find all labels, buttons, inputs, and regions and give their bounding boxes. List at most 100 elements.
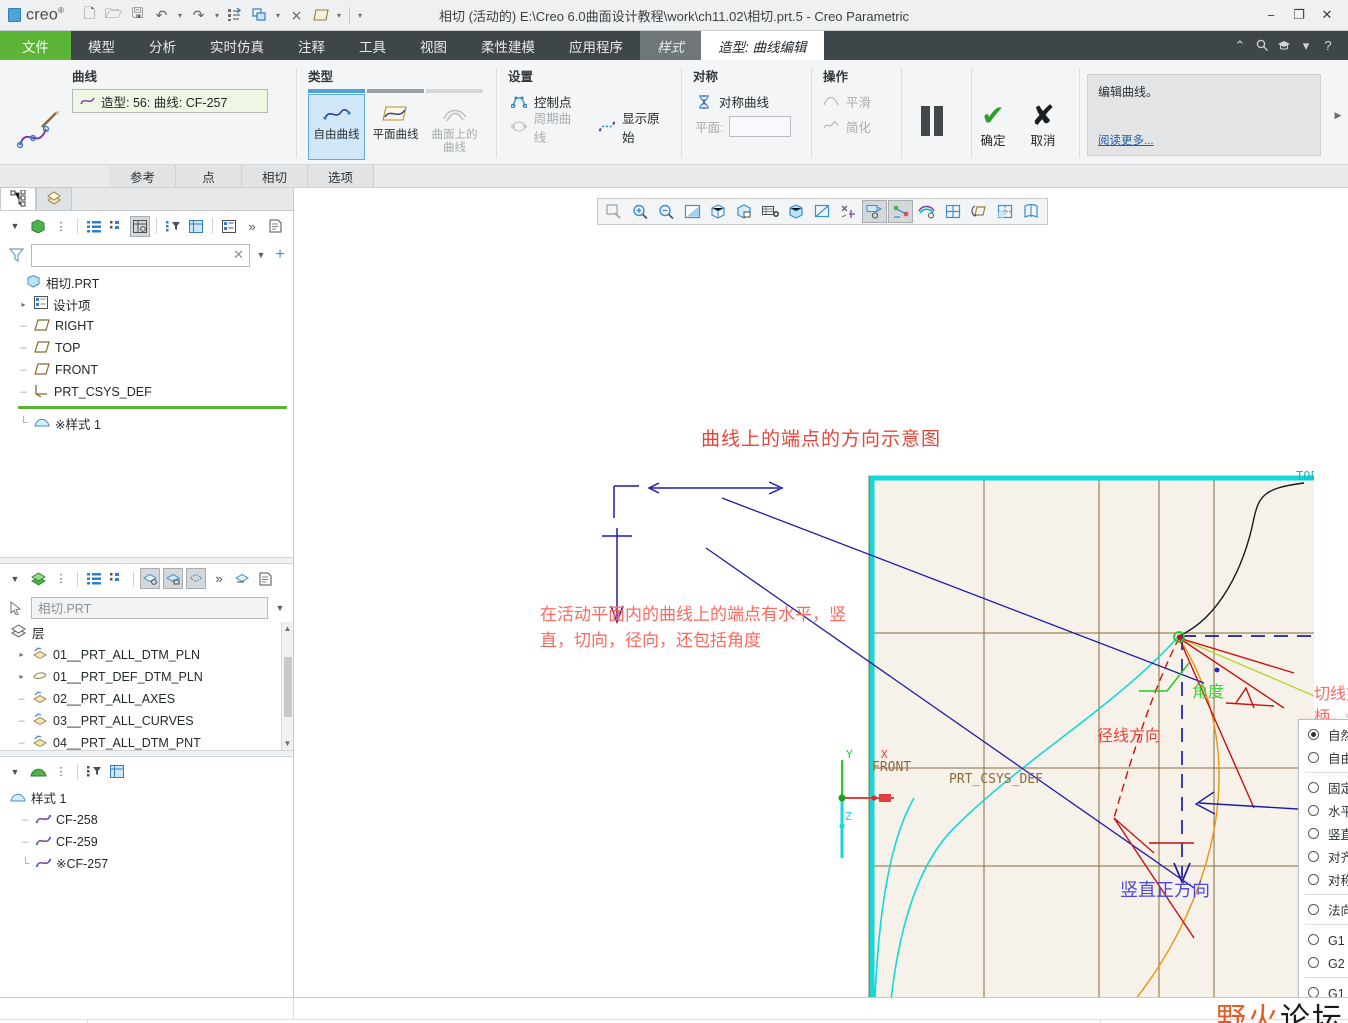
window-icon[interactable] [248, 4, 271, 26]
cad-drawing[interactable]: Y X Z TOP FRONT RIGHT PRT_CSYS_DEF [554, 458, 1314, 997]
refit-icon[interactable] [680, 200, 705, 223]
collapse-all-icon[interactable] [107, 216, 127, 237]
regenerate-icon[interactable] [224, 4, 247, 26]
layer-isolate-icon[interactable] [163, 568, 183, 589]
tree-item-right[interactable]: – RIGHT [10, 315, 293, 337]
spin-center-icon[interactable] [888, 200, 913, 223]
tree-item-csys[interactable]: – PRT_CSYS_DEF [10, 381, 293, 403]
search-chevron-down-icon[interactable]: ▼ [254, 250, 268, 260]
layer-overflow-icon[interactable]: ⋮ [51, 568, 71, 589]
tree-filter-icon[interactable] [163, 216, 183, 237]
clear-search-icon[interactable]: ✕ [233, 247, 244, 263]
tree-search-input[interactable]: ✕ [31, 243, 250, 267]
layer-collapse-all-icon[interactable] [107, 568, 127, 589]
radio-symmetric[interactable] [1308, 874, 1319, 885]
tree-chevron-down-icon[interactable]: ▼ [5, 216, 25, 237]
layer-props-icon[interactable] [232, 568, 252, 589]
menu-item-vertical[interactable]: 竖直 [1299, 822, 1348, 845]
style-overflow-icon[interactable]: ⋮ [51, 761, 71, 782]
radio-horizontal[interactable] [1308, 805, 1319, 816]
minimize-button[interactable]: − [1258, 4, 1284, 26]
menu-item-normal[interactable]: 法向 [1299, 898, 1348, 921]
learning-icon[interactable] [1274, 36, 1294, 56]
symmetry-plane-field[interactable] [729, 116, 792, 137]
tree-item-design-items[interactable]: ▸ 设计项 [10, 293, 293, 315]
radio-vertical[interactable] [1308, 828, 1319, 839]
radio-free[interactable] [1308, 752, 1319, 763]
tab-analysis[interactable]: 分析 [132, 31, 193, 60]
setting-symmetric-curve[interactable]: 对称曲线 [693, 89, 769, 114]
subtab-options[interactable]: 选项 [308, 165, 374, 187]
symmetry-plane-row[interactable]: 平面: [693, 114, 792, 139]
graphics-viewport[interactable]: 曲线上的端点的方向示意图 Y X Z TO FRONT PRT_CSYS_DEF… [294, 188, 1348, 997]
tab-realtime-simulation[interactable]: 实时仿真 [193, 31, 281, 60]
chevron-down-icon[interactable]: ▾ [1296, 36, 1316, 56]
ok-button[interactable]: ✔ 确定 [971, 102, 1015, 149]
tab-annotation[interactable]: 注释 [281, 31, 342, 60]
layers-stack-icon[interactable] [28, 568, 48, 589]
annotation-display-icon[interactable] [862, 200, 887, 223]
model-tree-tab[interactable] [0, 187, 36, 210]
scroll-up-icon[interactable]: ▲ [284, 624, 292, 633]
drag-icon[interactable] [966, 200, 991, 223]
menu-item-natural[interactable]: 自然 [1299, 723, 1348, 746]
layer-hide-icon[interactable] [140, 568, 160, 589]
new-file-icon[interactable]: 🗋 [78, 4, 101, 26]
perspective-icon[interactable] [810, 200, 835, 223]
radio-g1-tangent[interactable] [1308, 934, 1319, 945]
expander-layer-1[interactable]: ▸ [16, 672, 27, 681]
type-button-planar-curve[interactable]: 平面曲线 [367, 94, 424, 160]
layer-item-def-dtm-pln[interactable]: ▸ 01__PRT_DEF_DTM_PLN [10, 666, 281, 688]
menu-item-g1-tangent[interactable]: G1 - 相切 [1299, 928, 1348, 951]
expander-layer-0[interactable]: ▸ [16, 650, 27, 659]
layers-display-icon[interactable] [914, 200, 939, 223]
zoom-in-icon[interactable] [628, 200, 653, 223]
layer-chevron-down-icon-2[interactable]: ▼ [272, 603, 288, 613]
layer-chevron-down-icon[interactable]: ▼ [5, 568, 25, 589]
tab-flexible-modeling[interactable]: 柔性建模 [464, 31, 552, 60]
subtab-references[interactable]: 参考 [110, 165, 176, 187]
tab-style[interactable]: 样式 [640, 31, 701, 60]
view-manager-icon[interactable] [758, 200, 783, 223]
undo-chevron-down-icon[interactable]: ▾ [174, 4, 186, 26]
tab-applications[interactable]: 应用程序 [552, 31, 640, 60]
cancel-button[interactable]: ✘ 取消 [1021, 102, 1065, 149]
datum-display-icon[interactable] [836, 200, 861, 223]
radio-fixed-angle[interactable] [1308, 782, 1319, 793]
menu-item-g2-curvature[interactable]: G2 - 曲率 [1299, 951, 1348, 974]
subtab-points[interactable]: 点 [176, 165, 242, 187]
tree-item-front[interactable]: – FRONT [10, 359, 293, 381]
help-icon[interactable]: ? [1318, 36, 1338, 56]
layer-item-curves[interactable]: – 03__PRT_ALL_CURVES [10, 710, 281, 732]
panel-divider-2[interactable] [0, 749, 293, 757]
setting-show-original[interactable]: 显示原始 [597, 112, 672, 145]
plane-display-icon[interactable] [1018, 200, 1043, 223]
redo-icon[interactable]: ↷ [187, 4, 210, 26]
expander-design-items[interactable]: ▸ [18, 300, 29, 309]
expand-all-icon[interactable] [84, 216, 104, 237]
maximize-button[interactable]: ❐ [1286, 4, 1312, 26]
layer-scrollbar[interactable]: ▲ ▼ [281, 621, 293, 750]
display-style-chevron-down-icon[interactable]: ▾ [333, 4, 345, 26]
ribbon-expand-icon[interactable]: ▶ [1331, 66, 1345, 164]
style-settings-icon[interactable] [107, 761, 127, 782]
zoom-out-icon[interactable] [654, 200, 679, 223]
pause-button[interactable] [901, 84, 963, 136]
collapse-ribbon-icon[interactable]: ⌃ [1230, 36, 1250, 56]
layer-model-selector[interactable]: 相切.PRT [31, 596, 268, 619]
menu-item-fixed-angle[interactable]: 固定角度 [1299, 776, 1348, 799]
menu-item-horizontal[interactable]: 水平 [1299, 799, 1348, 822]
style-root[interactable]: 样式 1 [10, 787, 293, 809]
scroll-thumb[interactable] [283, 656, 292, 717]
add-filter-icon[interactable]: + [272, 246, 288, 264]
search-icon[interactable] [1252, 36, 1272, 56]
tree-note-icon[interactable] [265, 216, 285, 237]
curve-selection-field[interactable]: 造型: 56: 曲线: CF-257 [72, 89, 268, 113]
menu-item-free[interactable]: 自由 [1299, 746, 1348, 769]
menu-item-g1-surface-tangent[interactable]: G1 - 曲面相切 [1299, 981, 1348, 997]
style-filter-icon[interactable] [84, 761, 104, 782]
grid-icon[interactable] [940, 200, 965, 223]
radio-g1-surface-tangent[interactable] [1308, 987, 1319, 997]
window-controls[interactable]: − ❐ ✕ [1258, 4, 1348, 26]
save-file-icon[interactable]: 🖫 [126, 4, 149, 26]
